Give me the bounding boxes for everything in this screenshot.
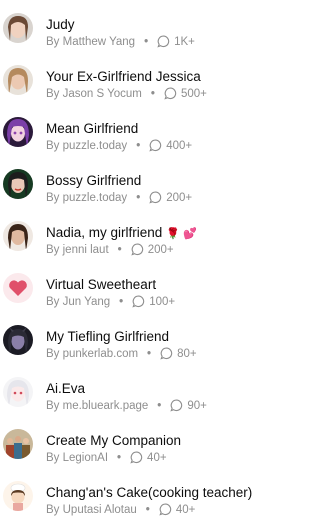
chat-bubble-icon	[170, 399, 183, 412]
list-item[interactable]: Mean Girlfriend By puzzle.today • 400+	[0, 104, 330, 156]
list-item[interactable]: Nadia, my girlfriend 🌹 💕 By jenni laut • …	[0, 208, 330, 260]
chef-cartoon-icon	[3, 481, 33, 511]
conversation-count: 90+	[187, 399, 207, 412]
item-author: By puzzle.today	[46, 139, 128, 152]
item-meta: By puzzle.today • 200+	[46, 191, 192, 204]
conversation-count: 1K+	[174, 35, 195, 48]
item-author: By Matthew Yang	[46, 35, 136, 48]
chat-bubble-icon	[159, 503, 171, 516]
item-meta: By me.blueark.page • 90+	[46, 399, 207, 412]
separator-dot: •	[144, 35, 149, 48]
list-item[interactable]: Bossy Girlfriend By puzzle.today • 200+	[0, 156, 330, 208]
chat-bubble-icon	[131, 243, 143, 256]
item-meta: By puzzle.today • 400+	[46, 139, 192, 152]
chat-bubble-icon	[130, 451, 143, 464]
item-meta: By jenni laut • 200+	[46, 243, 174, 256]
separator-dot: •	[136, 191, 141, 204]
woman-portrait-icon	[3, 221, 33, 251]
list-item[interactable]: Create My Companion By LegionAI • 40+	[0, 416, 330, 468]
separator-dot: •	[147, 347, 152, 360]
separator-dot: •	[150, 87, 155, 100]
item-author: By jenni laut	[46, 243, 109, 256]
item-title: Nadia, my girlfriend 🌹 💕	[46, 225, 197, 240]
conversation-count: 400+	[166, 139, 193, 152]
item-author: By Jason S Yocum	[46, 87, 142, 100]
item-meta: By Uputasi Alotau • 40+	[46, 503, 195, 516]
list-item[interactable]: Ai.Eva By me.blueark.page • 90+	[0, 364, 330, 416]
chat-bubble-icon	[157, 35, 170, 48]
list-item[interactable]: My Tiefling Girlfriend By punkerlab.com …	[0, 312, 330, 364]
separator-dot: •	[136, 139, 141, 152]
conversation-count: 40+	[175, 503, 196, 516]
woman-portrait-icon	[3, 13, 33, 43]
separator-dot: •	[119, 295, 124, 308]
item-meta: By punkerlab.com • 80+	[46, 347, 197, 360]
conversation-count: 100+	[149, 295, 176, 308]
chat-bubble-icon	[149, 139, 162, 152]
anime-girl-icon	[3, 377, 33, 407]
woman-portrait-icon	[3, 169, 33, 199]
list-item[interactable]: Chang'an's Cake(cooking teacher) By Uput…	[0, 468, 330, 520]
separator-dot: •	[145, 503, 150, 516]
group-portrait-icon	[3, 429, 33, 459]
item-title: Bossy Girlfriend	[46, 173, 142, 188]
chat-bubble-icon	[132, 295, 145, 308]
item-meta: By LegionAI • 40+	[46, 451, 167, 464]
separator-dot: •	[157, 399, 162, 412]
item-title: Create My Companion	[46, 433, 182, 448]
heart-icon	[3, 273, 33, 303]
conversation-count: 80+	[177, 347, 197, 360]
item-title: Ai.Eva	[46, 381, 86, 396]
item-title: Mean Girlfriend	[46, 121, 139, 136]
item-author: By LegionAI	[46, 451, 109, 464]
list-item[interactable]: Judy By Matthew Yang • 1K+	[0, 0, 330, 52]
item-author: By Uputasi Alotau	[46, 503, 137, 516]
tiefling-portrait-icon	[3, 325, 33, 355]
separator-dot: •	[117, 451, 122, 464]
item-meta: By Jun Yang • 100+	[46, 295, 175, 308]
chat-bubble-icon	[164, 87, 177, 100]
conversation-count: 200+	[166, 191, 193, 204]
gpt-list: Judy By Matthew Yang • 1K+ Your Ex-Girlf…	[0, 0, 330, 520]
item-title-text: Nadia, my girlfriend	[46, 225, 163, 240]
item-title: Chang'an's Cake(cooking teacher)	[46, 485, 253, 500]
chat-bubble-icon	[160, 347, 173, 360]
list-item[interactable]: Your Ex-Girlfriend Jessica By Jason S Yo…	[0, 52, 330, 104]
list-item[interactable]: Virtual Sweetheart By Jun Yang • 100+	[0, 260, 330, 312]
item-author: By me.blueark.page	[46, 399, 149, 412]
item-title: Your Ex-Girlfriend Jessica	[46, 69, 201, 84]
woman-portrait-icon	[3, 65, 33, 95]
chat-bubble-icon	[149, 191, 162, 204]
rose-heart-emoji: 🌹 💕	[166, 228, 197, 240]
item-meta: By Matthew Yang • 1K+	[46, 35, 195, 48]
conversation-count: 200+	[147, 243, 174, 256]
conversation-count: 40+	[147, 451, 167, 464]
item-author: By punkerlab.com	[46, 347, 139, 360]
item-title: Virtual Sweetheart	[46, 277, 157, 292]
conversation-count: 500+	[180, 87, 207, 100]
item-title: Judy	[46, 17, 75, 32]
item-author: By Jun Yang	[46, 295, 111, 308]
separator-dot: •	[117, 243, 122, 256]
item-title: My Tiefling Girlfriend	[46, 329, 170, 344]
item-meta: By Jason S Yocum • 500+	[46, 87, 207, 100]
item-author: By puzzle.today	[46, 191, 128, 204]
anime-girl-icon	[3, 117, 33, 147]
